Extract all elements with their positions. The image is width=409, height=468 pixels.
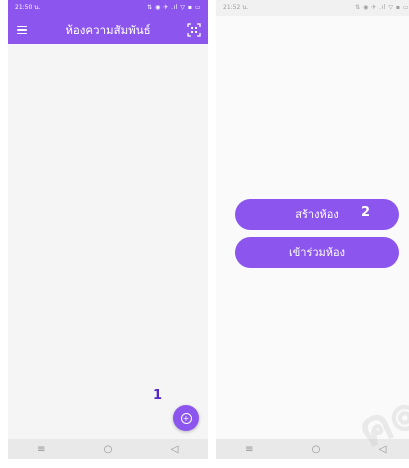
status-bar: 21:50 น. ⇅ ◉ ✈ .ıl ▽ ▪ ▭ <box>8 0 208 16</box>
status-time: 21:50 น. <box>15 4 41 11</box>
status-bar: 21:52 น. ⇅ ◉ ✈ .ıl ▽ ▪ ▭ <box>216 0 409 16</box>
room-list-area <box>8 44 208 439</box>
nav-home-icon[interactable]: ○ <box>98 444 118 455</box>
add-room-button[interactable]: + <box>173 405 199 431</box>
nav-home-icon[interactable]: ○ <box>306 444 326 455</box>
join-room-button[interactable]: เข้าร่วมห้อง <box>235 237 399 268</box>
qr-scan-icon[interactable] <box>186 22 202 38</box>
app-bar: ห้องความสัมพันธ์ <box>8 16 208 44</box>
join-room-label: เข้าร่วมห้อง <box>288 246 346 259</box>
create-room-label: สร้างห้อง <box>295 208 339 221</box>
system-nav-bar: ≡ ○ ◁ <box>8 439 208 459</box>
nav-menu-icon[interactable]: ≡ <box>239 444 259 455</box>
plus-circle-icon: + <box>180 412 192 424</box>
create-room-button[interactable]: สร้างห้อง <box>235 199 399 230</box>
menu-icon[interactable] <box>14 22 30 38</box>
left-phone-screen: 21:50 น. ⇅ ◉ ✈ .ıl ▽ ▪ ▭ ห้องความสัมพันธ… <box>8 0 208 459</box>
nav-menu-icon[interactable]: ≡ <box>31 444 51 455</box>
status-icons: ⇅ ◉ ✈ .ıl ▽ ▪ ▭ <box>147 4 201 11</box>
step-marker-1: 1 <box>153 388 163 403</box>
status-icons: ⇅ ◉ ✈ .ıl ▽ ▪ ▭ <box>355 4 409 11</box>
page-title: ห้องความสัมพันธ์ <box>65 23 151 37</box>
step-marker-2: 2 <box>361 205 371 220</box>
nav-back-icon[interactable]: ◁ <box>165 444 185 455</box>
status-time: 21:52 น. <box>223 4 249 11</box>
